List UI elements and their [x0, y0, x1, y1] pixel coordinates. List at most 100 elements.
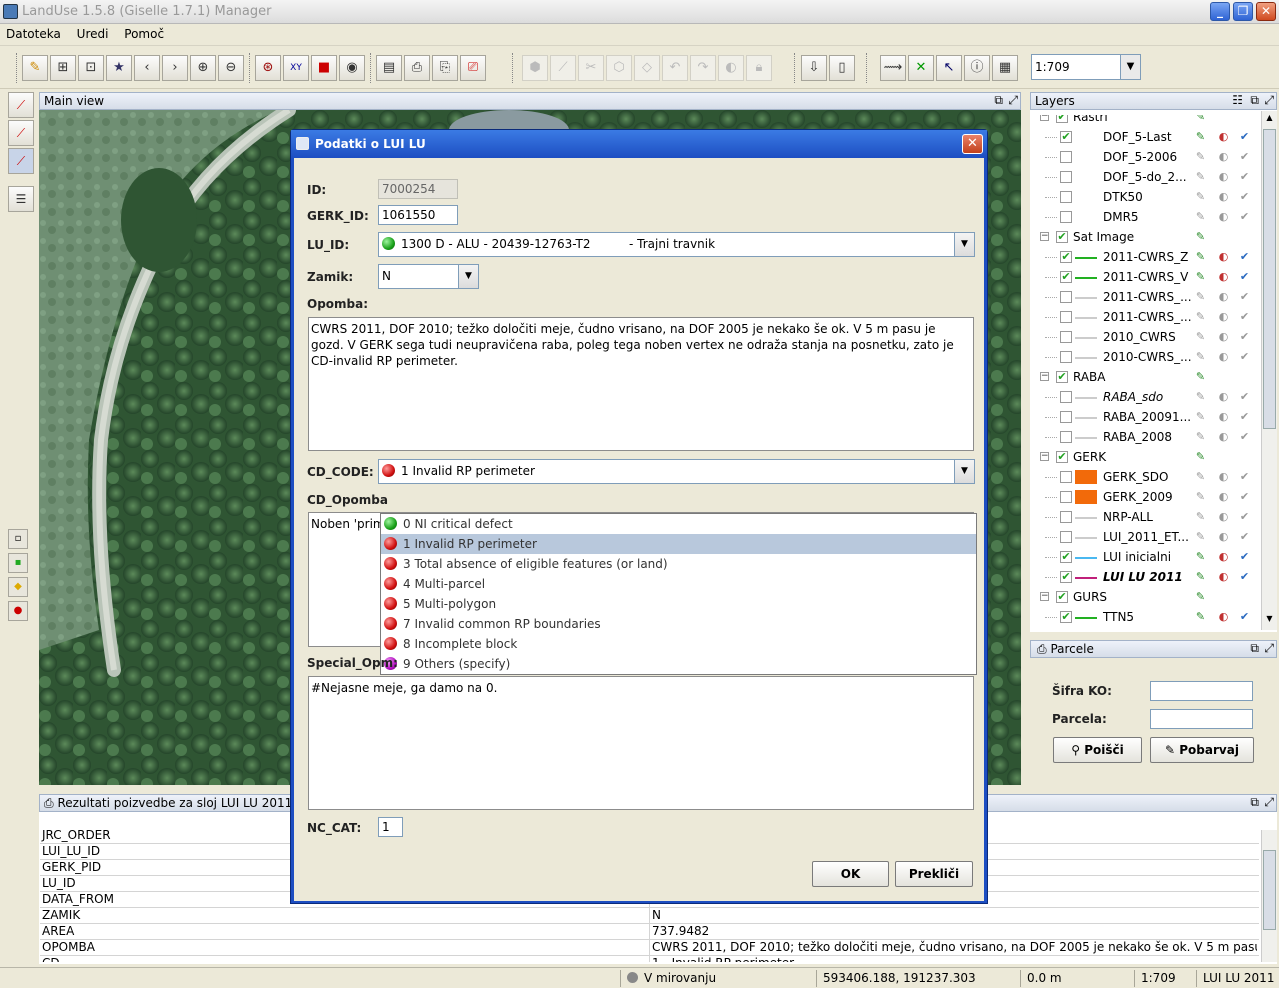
layer-checkbox[interactable]: ✔ — [1060, 551, 1072, 563]
edit-layer-icon[interactable]: ✎ — [1193, 590, 1208, 604]
layer-checkbox[interactable] — [1060, 291, 1072, 303]
measure-icon[interactable]: ⟿ — [880, 55, 906, 81]
edit-layer-icon[interactable]: ✎ — [1193, 310, 1208, 324]
layer-group[interactable]: − ✔ Sat Image ✎ — [1030, 227, 1261, 247]
edit-polygon-icon[interactable]: ⬢ — [522, 55, 548, 81]
layer-checkbox[interactable] — [1060, 171, 1072, 183]
lock-icon[interactable]: 🔒︎ — [746, 55, 772, 81]
layer-item[interactable]: DOF_5-do_2... ✎ ◐ ✔ — [1030, 167, 1261, 187]
layer-green-icon[interactable]: ▪ — [8, 553, 28, 573]
list-icon[interactable]: ☰ — [8, 186, 34, 212]
select-layer-icon[interactable]: ✔ — [1237, 350, 1252, 364]
zamik-select[interactable]: N ▼ — [378, 264, 479, 289]
layer-checkbox[interactable] — [1060, 351, 1072, 363]
visibility-icon[interactable]: ◐ — [1216, 330, 1231, 344]
layer-group[interactable]: − ✔ RABA ✎ — [1030, 367, 1261, 387]
layer-checkbox[interactable] — [1060, 431, 1072, 443]
draw-line-icon[interactable]: ⟋ — [8, 92, 34, 118]
menu-uredi[interactable]: Uredi — [71, 24, 115, 44]
maximize-button[interactable]: ❐ — [1233, 2, 1253, 21]
visibility-icon[interactable]: ◐ — [1216, 490, 1231, 504]
dropdown-option[interactable]: 5 Multi-polygon — [381, 594, 976, 614]
draw-point-line-icon[interactable]: ⟋ — [8, 120, 34, 146]
edit-layer-icon[interactable]: ✎ — [1193, 170, 1208, 184]
cancel-button[interactable]: Prekliči — [895, 861, 973, 887]
visibility-icon[interactable]: ◐ — [1216, 610, 1231, 624]
layer-checkbox[interactable]: ✔ — [1056, 451, 1068, 463]
edit-line-icon[interactable]: ⟋ — [550, 55, 576, 81]
edit-layer-icon[interactable]: ✎ — [1193, 230, 1208, 244]
maximize-panel-icon[interactable]: ⤢ — [1008, 92, 1018, 109]
select-layer-icon[interactable]: ✔ — [1237, 570, 1252, 584]
edit-layer-icon[interactable]: ✎ — [1193, 210, 1208, 224]
visibility-icon[interactable]: ◐ — [1216, 410, 1231, 424]
layer-checkbox[interactable]: ✔ — [1056, 371, 1068, 383]
select-layer-icon[interactable]: ✔ — [1237, 210, 1252, 224]
edit-layer-icon[interactable]: ✎ — [1193, 150, 1208, 164]
undock-icon[interactable]: ⧉ — [1250, 92, 1259, 109]
edit-layer-icon[interactable]: ✎ — [1193, 130, 1208, 144]
table-icon[interactable]: ▦ — [992, 55, 1018, 81]
visibility-icon[interactable]: ◐ — [1216, 190, 1231, 204]
sifra-ko-input[interactable] — [1150, 681, 1253, 701]
zoom-in-icon[interactable]: ⊕ — [190, 55, 216, 81]
zoom-out-icon[interactable]: ⊖ — [218, 55, 244, 81]
undock-icon[interactable]: ⧉ — [994, 92, 1003, 109]
select-layer-icon[interactable]: ✔ — [1237, 250, 1252, 264]
collapse-icon[interactable]: − — [1040, 232, 1049, 241]
edit-layer-icon[interactable]: ✎ — [1193, 115, 1208, 124]
visibility-icon[interactable]: ◐ — [1216, 570, 1231, 584]
select-layer-icon[interactable]: ✔ — [1237, 410, 1252, 424]
layer-checkbox[interactable]: ✔ — [1060, 271, 1072, 283]
cd-code-dropdown-list[interactable]: 0 NI critical defect 1 Invalid RP perimet… — [380, 513, 977, 675]
minimize-button[interactable]: _ — [1210, 2, 1230, 21]
table-row[interactable]: CD 1 - Invalid RP perimeter — [40, 956, 1259, 962]
select-layer-icon[interactable]: ✔ — [1237, 130, 1252, 144]
layer-item[interactable]: ✔ TTN5 ✎ ◐ ✔ — [1030, 607, 1261, 627]
select-layer-icon[interactable]: ✔ — [1237, 330, 1252, 344]
color-button[interactable]: ✎ Pobarvaj — [1150, 737, 1254, 763]
visibility-icon[interactable]: ◐ — [1216, 510, 1231, 524]
pencil-icon[interactable]: ✎ — [22, 55, 48, 81]
compass-icon[interactable]: ⊛ — [255, 55, 281, 81]
layer-item[interactable]: NRP-ALL ✎ ◐ ✔ — [1030, 507, 1261, 527]
info-icon[interactable]: ⓘ — [964, 55, 990, 81]
forward-icon[interactable]: › — [162, 55, 188, 81]
edit-layer-icon[interactable]: ✎ — [1193, 610, 1208, 624]
layer-red-icon[interactable]: ● — [8, 601, 28, 621]
layer-item[interactable]: ✔ LUI LU 2011 ✎ ◐ ✔ — [1030, 567, 1261, 587]
dropdown-option[interactable]: 9 Others (specify) — [381, 654, 976, 674]
layer-item[interactable]: RABA_sdo ✎ ◐ ✔ — [1030, 387, 1261, 407]
visibility-icon[interactable]: ◐ — [1216, 130, 1231, 144]
dropdown-option[interactable]: 8 Incomplete block — [381, 634, 976, 654]
layer-item[interactable]: DTK50 ✎ ◐ ✔ — [1030, 187, 1261, 207]
gps-icon[interactable]: ◉ — [339, 55, 365, 81]
layer-checkbox[interactable] — [1060, 511, 1072, 523]
split-icon[interactable]: ◇ — [634, 55, 660, 81]
layer-item[interactable]: LUI_2011_ET... ✎ ◐ ✔ — [1030, 527, 1261, 547]
edit-layer-icon[interactable]: ✎ — [1193, 530, 1208, 544]
collapse-icon[interactable]: − — [1040, 372, 1049, 381]
ok-button[interactable]: OK — [812, 861, 889, 887]
nc-cat-field[interactable]: 1 — [378, 817, 403, 837]
layer-item[interactable]: 2010_CWRS ✎ ◐ ✔ — [1030, 327, 1261, 347]
select-layer-icon[interactable]: ✔ — [1237, 150, 1252, 164]
visibility-icon[interactable]: ◐ — [1216, 430, 1231, 444]
dropdown-option[interactable]: 3 Total absence of eligible features (or… — [381, 554, 976, 574]
visibility-icon[interactable]: ◐ — [1216, 150, 1231, 164]
select-layer-icon[interactable]: ✔ — [1237, 390, 1252, 404]
close-button[interactable]: ✕ — [1256, 2, 1276, 21]
print-icon[interactable]: ⎙ — [404, 55, 430, 81]
layer-checkbox[interactable]: ✔ — [1060, 611, 1072, 623]
cut-icon[interactable]: ✂ — [578, 55, 604, 81]
table-row[interactable]: AREA 737.9482 — [40, 924, 1259, 940]
layer-gray-icon[interactable]: ▫ — [8, 529, 28, 549]
search-button[interactable]: ⚲ Poišči — [1053, 737, 1142, 763]
layer-group[interactable]: − ✔ Rastri ✎ — [1030, 115, 1261, 127]
visibility-icon[interactable]: ◐ — [1216, 470, 1231, 484]
layer-checkbox[interactable] — [1060, 311, 1072, 323]
layer-checkbox[interactable] — [1060, 491, 1072, 503]
draw-active-icon[interactable]: ⟋ — [8, 148, 34, 174]
edit-layer-icon[interactable]: ✎ — [1193, 370, 1208, 384]
layer-checkbox[interactable] — [1060, 391, 1072, 403]
